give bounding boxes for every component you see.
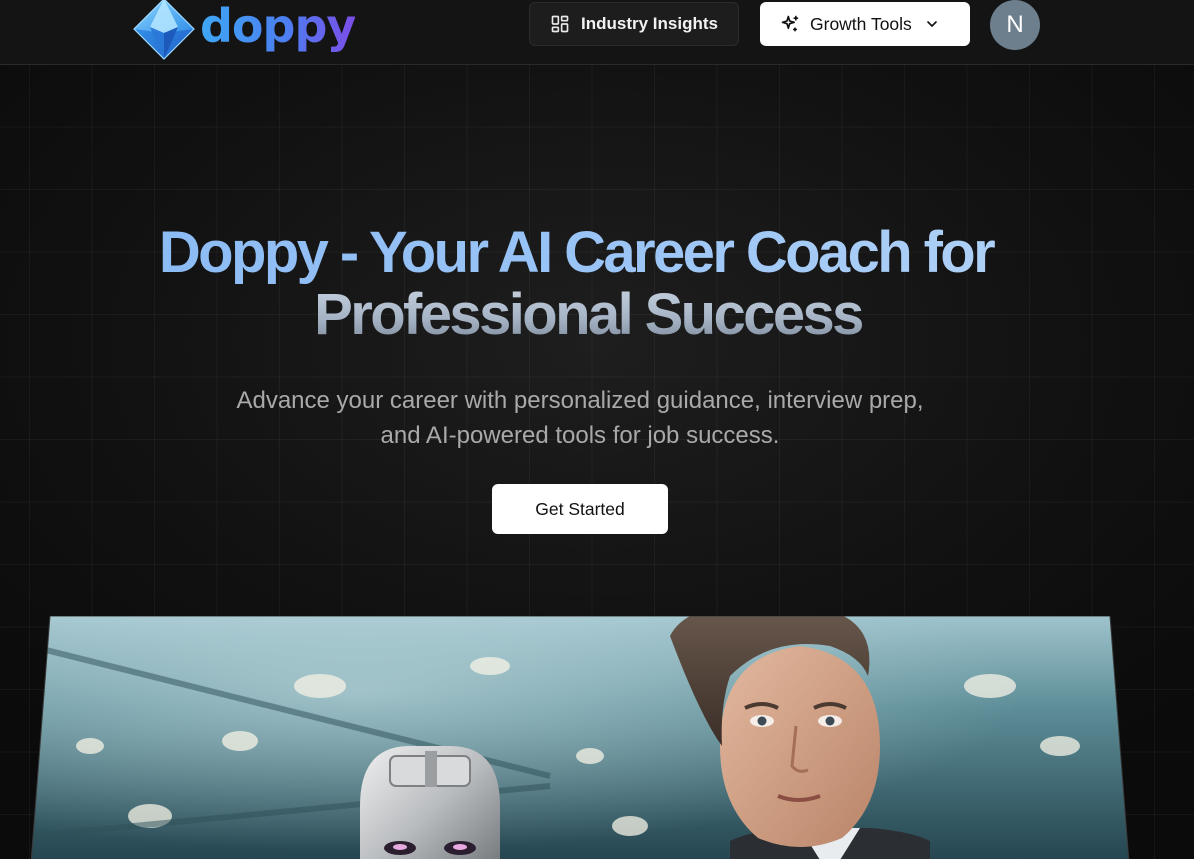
- growth-tools-dropdown[interactable]: Growth Tools: [760, 2, 970, 46]
- top-navbar: doppy Industry Insights Growth Tools N: [0, 0, 1194, 65]
- hero-title-line-2: Professional Success: [0, 284, 1194, 346]
- industry-insights-button[interactable]: Industry Insights: [529, 2, 739, 46]
- get-started-button[interactable]: Get Started: [492, 484, 668, 534]
- industry-insights-label: Industry Insights: [581, 14, 718, 33]
- diamond-logo-icon: [133, 0, 195, 60]
- hero-subtitle: Advance your career with personalized gu…: [236, 387, 924, 449]
- landing-page: doppy Industry Insights Growth Tools N D…: [0, 0, 1194, 859]
- hero-banner-image: [30, 616, 1130, 859]
- brand-logo[interactable]: doppy: [132, 0, 356, 62]
- layout-dashboard-icon: [551, 15, 569, 33]
- sparkles-icon: [781, 15, 799, 32]
- brand-wordmark: doppy: [200, 0, 356, 53]
- hero-title: Doppy - Your AI Career Coach for Profess…: [0, 222, 1194, 346]
- growth-tools-label: Growth Tools: [810, 13, 912, 34]
- chevron-down-icon: [927, 21, 937, 27]
- user-avatar[interactable]: N: [990, 0, 1040, 50]
- hero-title-line-1: Doppy - Your AI Career Coach for: [0, 222, 1194, 284]
